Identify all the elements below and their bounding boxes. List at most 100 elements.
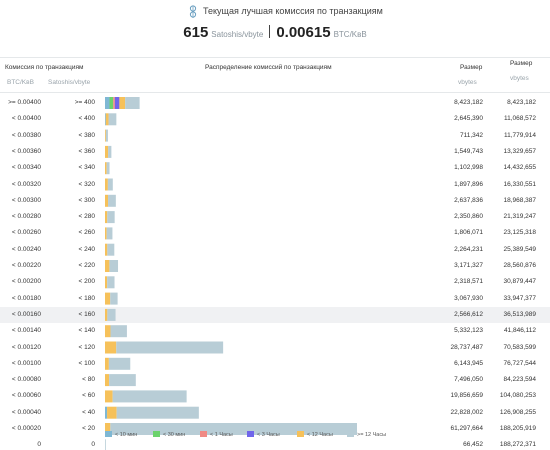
legend-item: >= 12 Часы — [347, 431, 386, 439]
legend-swatch — [347, 431, 354, 437]
size-cell: 1,806,071 — [454, 229, 483, 237]
table-row: < 0.00200 < 200 2,318,571 30,879,447 — [0, 274, 550, 290]
fee-sat-cell: < 160 — [78, 310, 95, 318]
table-row: < 0.00040 < 40 22,828,002 126,908,255 — [0, 405, 550, 421]
cum-size-cell: 16,330,551 — [503, 180, 536, 188]
table-row: < 0.00160 < 160 2,566,612 36,513,989 — [0, 306, 550, 323]
fee-sat-cell: < 320 — [78, 180, 95, 188]
legend-label: < 10 мин — [115, 432, 138, 438]
cum-size-cell: 13,329,657 — [503, 147, 536, 155]
fee-btc-cell: < 0.00380 — [11, 131, 41, 139]
fee-btc-cell: < 0.00280 — [11, 213, 41, 221]
table-row: < 0.00280 < 280 2,350,860 21,319,247 — [0, 209, 550, 225]
size-cell: 22,828,002 — [450, 408, 483, 416]
cum-size-cell: 28,560,876 — [503, 262, 536, 269]
cum-size-cell: 41,846,112 — [503, 327, 536, 335]
fee-sat-cell: >= 400 — [74, 99, 95, 106]
best-fee-line: 615 Satoshis/vbyte 0.00615 BTC/KвB — [0, 24, 550, 42]
cum-size-cell: 23,125,318 — [503, 229, 536, 237]
fee-btc-cell: < 0.00200 — [11, 278, 41, 286]
col-cum-size-unit: vbytes — [510, 75, 529, 82]
fee-sat-cell: < 120 — [78, 343, 95, 351]
legend-item: < 12 Часы — [297, 431, 333, 439]
cum-size-cell: 11,779,914 — [503, 131, 536, 139]
fee-sat-cell: < 400 — [78, 115, 95, 123]
table-row: < 0.00240 < 240 2,264,231 25,389,549 — [0, 242, 550, 258]
col-cum-size-header: Размер — [510, 60, 533, 67]
fee-btc-value: 0.00615 — [276, 24, 331, 41]
fee-sat-cell: < 240 — [78, 245, 95, 253]
table-row: < 0.00380 < 380 711,342 11,779,914 — [0, 128, 550, 144]
legend-label: >= 12 Часы — [357, 432, 387, 438]
size-cell: 3,067,930 — [454, 294, 483, 302]
legend-item: < 30 мин — [153, 431, 185, 439]
fee-sat-cell: < 200 — [78, 278, 95, 286]
legend-label: < 1 Часы — [210, 432, 233, 438]
cum-size-cell: 126,908,255 — [499, 408, 536, 416]
legend-label: < 30 мин — [163, 432, 186, 438]
fee-btc-cell: < 0.00080 — [11, 376, 41, 384]
table-row: < 0.00300 < 300 2,637,836 18,968,387 — [0, 193, 550, 209]
legend-item: < 3 Часы — [247, 431, 280, 439]
fee-sat-cell: < 100 — [78, 359, 95, 367]
legend-label: < 3 Часы — [257, 432, 280, 438]
table-row: < 0.00080 < 80 7,496,050 84,223,594 — [0, 372, 550, 388]
cum-size-cell: 84,223,594 — [503, 376, 536, 384]
legend-swatch — [297, 431, 304, 437]
header: Текущая лучшая комиссия по транзакциям 6… — [0, 0, 550, 54]
table-row: < 0.00260 < 260 1,806,071 23,125,318 — [0, 225, 550, 241]
fee-sat-cell: < 220 — [78, 262, 95, 269]
fee-sat-cell: < 80 — [82, 376, 95, 384]
size-cell: 2,350,860 — [454, 213, 483, 221]
header-divider — [0, 57, 550, 58]
size-cell: 2,645,390 — [454, 115, 483, 123]
cum-size-cell: 25,389,549 — [503, 245, 536, 253]
col-size-unit: vbytes — [458, 79, 477, 86]
table-row: < 0.00400 < 400 2,645,390 11,068,572 — [0, 111, 550, 127]
fee-sat-cell: < 360 — [78, 147, 95, 155]
legend-swatch — [200, 431, 207, 437]
table-row: < 0.00320 < 320 1,897,896 16,330,551 — [0, 177, 550, 193]
table-row: < 0.00180 < 180 3,067,930 33,947,377 — [0, 291, 550, 307]
fee-btc-cell: < 0.00260 — [11, 229, 41, 237]
cum-size-cell: 18,968,387 — [503, 196, 536, 204]
fee-btc-cell: < 0.00220 — [11, 262, 41, 269]
table-row: < 0.00340 < 340 1,102,998 14,432,655 — [0, 160, 550, 176]
fee-btc-cell: < 0.00160 — [11, 310, 41, 318]
size-cell: 6,143,945 — [454, 359, 483, 367]
size-cell: 2,566,612 — [454, 310, 483, 318]
cum-size-cell: 33,947,377 — [503, 294, 536, 302]
cum-size-cell: 11,068,572 — [503, 115, 536, 123]
size-cell: 2,637,836 — [454, 196, 483, 204]
table-row: < 0.00100 < 100 6,143,945 76,727,544 — [0, 356, 550, 372]
table-row: >= 0.00400 >= 400 8,423,182 8,423,182 — [0, 95, 550, 111]
legend-item: < 1 Часы — [200, 431, 233, 439]
fee-sat-cell: < 60 — [82, 392, 95, 400]
fee-btc-cell: < 0.00060 — [11, 392, 41, 400]
cum-size-cell: 30,879,447 — [503, 278, 536, 286]
legend-item: < 10 мин — [105, 431, 137, 439]
col-fee-btc-header: BTC/KвB — [7, 79, 34, 86]
fee-btc-cell: >= 0.00400 — [8, 99, 41, 106]
fee-btc-cell: < 0.00320 — [11, 180, 41, 188]
table-row: < 0.00220 < 220 3,171,327 28,560,876 — [0, 258, 550, 274]
fee-sat-cell: < 140 — [78, 327, 95, 335]
page-title: Текущая лучшая комиссия по транзакциям — [203, 6, 383, 16]
table-row: < 0.00140 < 140 5,332,123 41,846,112 — [0, 323, 550, 339]
legend-swatch — [105, 431, 112, 437]
cum-size-cell: 36,513,989 — [503, 310, 536, 318]
fee-btc-cell: < 0.00340 — [11, 164, 41, 172]
table-header-divider — [0, 92, 550, 93]
legend-swatch — [247, 431, 254, 437]
size-cell: 2,264,231 — [454, 245, 483, 253]
size-cell: 8,423,182 — [454, 99, 483, 106]
legend: < 10 мин < 30 мин < 1 Часы < 3 Часы < 12 Час… — [0, 431, 550, 441]
col-dist-header: Распределение комиссий по транзакциям — [205, 64, 332, 71]
fee-sat-cell: < 260 — [78, 229, 95, 237]
fee-btc-unit: BTC/KвB — [333, 30, 367, 39]
fee-sat-cell: < 380 — [78, 131, 95, 139]
fee-separator — [269, 25, 271, 38]
fee-sat-cell: < 340 — [78, 164, 95, 172]
fee-btc-cell: < 0.00100 — [11, 359, 41, 367]
fee-sat-cell: < 300 — [78, 196, 95, 204]
